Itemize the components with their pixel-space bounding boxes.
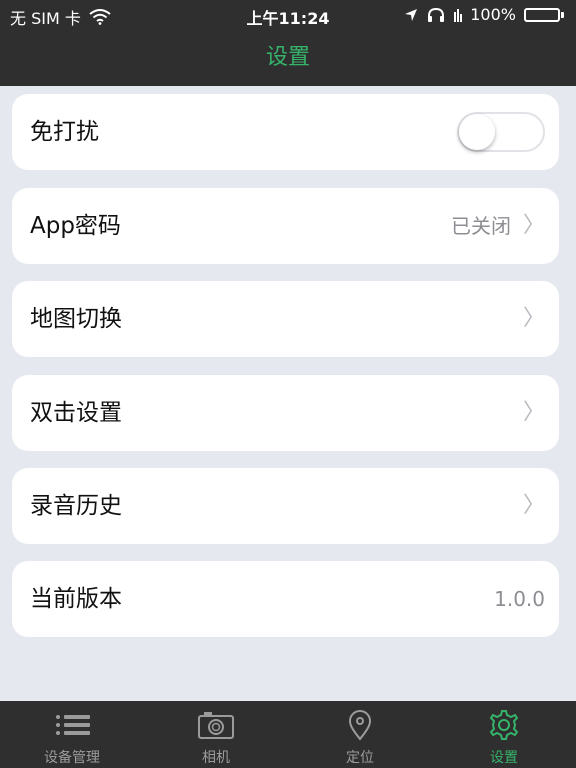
chevron-right-icon: 〉 (522, 400, 545, 425)
setting-double-tap[interactable]: 双击设置 〉 (12, 375, 559, 451)
tab-settings[interactable]: 设置 (432, 701, 576, 768)
chevron-right-icon: 〉 (522, 493, 545, 518)
tab-label: 定位 (346, 750, 374, 766)
signal-bars-icon (454, 8, 463, 22)
navigation-bar: 设置 (0, 30, 576, 86)
version-label: 当前版本 (30, 586, 122, 612)
chevron-right-icon: 〉 (522, 306, 545, 331)
location-arrow-icon (405, 8, 418, 21)
tab-location[interactable]: 定位 (288, 701, 432, 768)
do-not-disturb-toggle[interactable] (457, 112, 545, 152)
battery-percent: 100% (470, 5, 516, 24)
app-password-status: 已关闭 (451, 214, 511, 238)
tab-bar: 设备管理 相机 定位 设置 (0, 701, 576, 768)
do-not-disturb-label: 免打扰 (30, 119, 99, 145)
setting-version: 当前版本 1.0.0 (12, 561, 559, 637)
setting-do-not-disturb: 免打扰 (12, 94, 559, 170)
tab-camera[interactable]: 相机 (144, 701, 288, 768)
location-pin-icon (348, 710, 372, 741)
camera-icon (198, 712, 234, 739)
status-bar-right: 100% (404, 5, 564, 24)
setting-map-switch[interactable]: 地图切换 〉 (12, 281, 559, 357)
list-icon (56, 715, 90, 735)
version-value: 1.0.0 (494, 587, 545, 611)
recording-history-label: 录音历史 (30, 493, 122, 519)
toggle-knob (459, 114, 495, 150)
map-switch-label: 地图切换 (30, 306, 122, 332)
status-bar: 无 SIM 卡 上午11:24 100% (0, 0, 576, 30)
page-title: 设置 (265, 45, 310, 70)
gear-icon (489, 710, 519, 740)
app-password-label: App密码 (30, 213, 121, 239)
chevron-right-icon: 〉 (522, 213, 545, 238)
tab-label: 相机 (202, 750, 230, 766)
headphones-icon (428, 7, 445, 22)
setting-recording-history[interactable]: 录音历史 〉 (12, 468, 559, 544)
double-tap-label: 双击设置 (30, 400, 122, 426)
tab-device-management[interactable]: 设备管理 (0, 701, 144, 768)
setting-app-password[interactable]: App密码 已关闭 〉 (12, 188, 559, 264)
battery-icon (524, 7, 564, 22)
tab-label: 设置 (490, 750, 518, 766)
tab-label: 设备管理 (44, 750, 100, 766)
